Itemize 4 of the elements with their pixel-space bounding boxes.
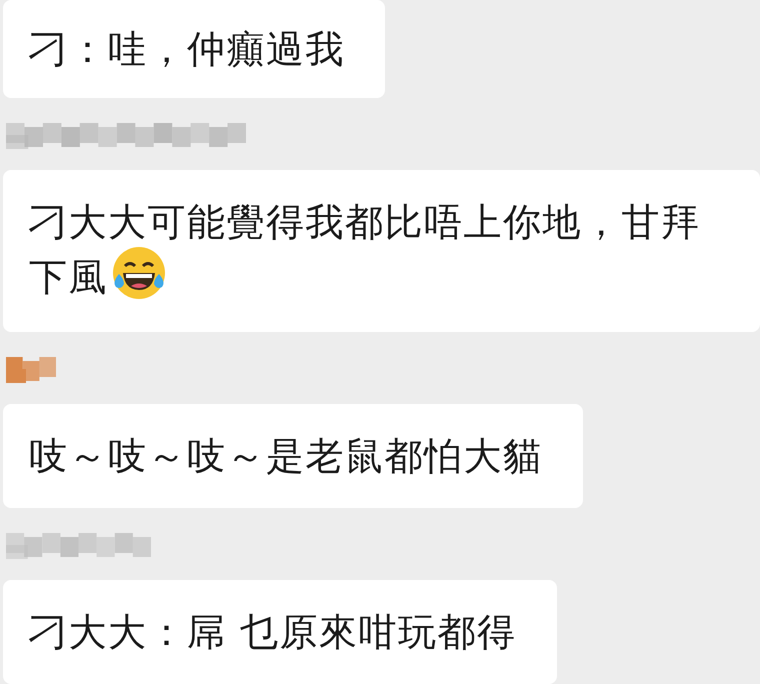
message-text: 吱～吱～吱～是老鼠都怕大貓 <box>29 434 542 478</box>
message-text: 刁：哇，仲癲過我 <box>29 27 345 71</box>
message-text: 刁大大：屌 乜原來咁玩都得 <box>29 610 517 654</box>
message-text: 刁大大可能覺得我都比唔上你地，甘拜下風 <box>29 200 700 299</box>
